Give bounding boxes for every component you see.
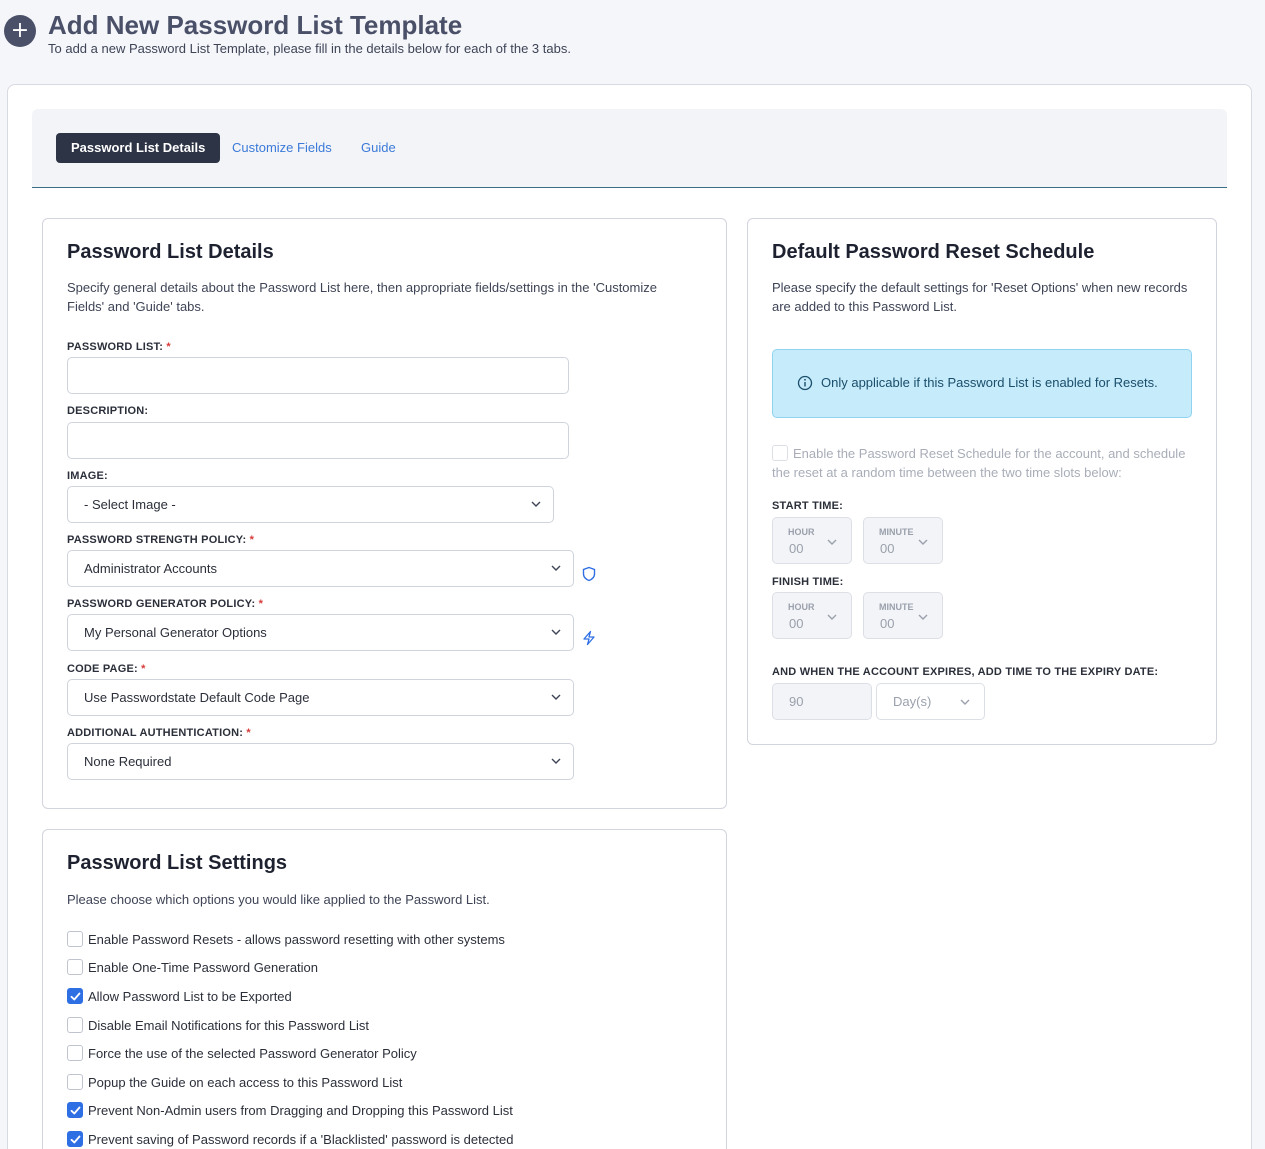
info-text: Only applicable if this Password List is… bbox=[821, 375, 1158, 390]
finish-hour-value: 00 bbox=[789, 616, 804, 631]
settings-option-label: Enable One-Time Password Generation bbox=[88, 960, 319, 975]
additional-auth-value: None Required bbox=[84, 754, 172, 769]
additional-auth-select[interactable]: None Required bbox=[67, 743, 574, 780]
checkmark-icon bbox=[70, 1106, 81, 1115]
enable-schedule-label: Enable the Password Reset Schedule for t… bbox=[772, 446, 1186, 480]
settings-option-checkbox[interactable] bbox=[67, 988, 83, 1004]
tab-guide[interactable]: Guide bbox=[346, 133, 411, 163]
hour-caption: HOUR bbox=[788, 602, 815, 612]
required-mark: * bbox=[246, 727, 251, 739]
chevron-down-icon bbox=[827, 539, 837, 545]
details-description: Specify general details about the Passwo… bbox=[67, 280, 657, 314]
settings-option-checkbox[interactable] bbox=[67, 1131, 83, 1147]
tab-bar: Password List Details Customize Fields G… bbox=[32, 109, 1227, 188]
settings-option-checkbox[interactable] bbox=[67, 931, 83, 947]
generator-policy-label: PASSWORD GENERATOR POLICY: * bbox=[67, 598, 264, 610]
image-select[interactable]: - Select Image - bbox=[67, 486, 554, 523]
settings-option-checkbox[interactable] bbox=[67, 1045, 83, 1061]
code-page-label: CODE PAGE: * bbox=[67, 663, 146, 675]
info-icon bbox=[797, 375, 813, 391]
expiry-label: AND WHEN THE ACCOUNT EXPIRES, ADD TIME T… bbox=[772, 666, 1159, 678]
settings-description: Please choose which options you would li… bbox=[67, 892, 490, 907]
chevron-down-icon bbox=[551, 694, 561, 700]
expiry-unit-select[interactable]: Day(s) bbox=[876, 683, 985, 720]
details-title: Password List Details bbox=[67, 241, 274, 263]
reset-schedule-title: Default Password Reset Schedule bbox=[772, 241, 1095, 263]
page-subtitle: To add a new Password List Template, ple… bbox=[48, 41, 571, 56]
start-hour-value: 00 bbox=[789, 541, 804, 556]
required-mark: * bbox=[141, 663, 146, 675]
password-list-input[interactable] bbox=[67, 357, 569, 394]
page-title: Add New Password List Template bbox=[48, 10, 463, 40]
details-card: Password List Details Specify general de… bbox=[42, 218, 727, 809]
checkmark-icon bbox=[70, 1135, 81, 1144]
strength-policy-label: PASSWORD STRENGTH POLICY: * bbox=[67, 534, 255, 546]
settings-option-label: Popup the Guide on each access to this P… bbox=[88, 1075, 403, 1090]
required-mark: * bbox=[249, 534, 255, 546]
image-label: IMAGE: bbox=[67, 470, 108, 482]
chevron-down-icon bbox=[827, 614, 837, 620]
required-mark: * bbox=[258, 598, 264, 610]
tab-customize-fields[interactable]: Customize Fields bbox=[217, 133, 347, 163]
minute-caption: MINUTE bbox=[879, 527, 914, 537]
settings-option-checkbox[interactable] bbox=[67, 959, 83, 975]
chevron-down-icon bbox=[960, 699, 970, 705]
settings-option-label: Enable Password Resets - allows password… bbox=[88, 932, 505, 947]
chevron-down-icon bbox=[918, 539, 928, 545]
settings-option-label: Prevent saving of Password records if a … bbox=[88, 1132, 514, 1147]
chevron-down-icon bbox=[551, 629, 561, 635]
finish-minute-select[interactable]: MINUTE 00 bbox=[863, 592, 943, 639]
settings-option-label: Force the use of the selected Password G… bbox=[88, 1046, 417, 1061]
strength-policy-value: Administrator Accounts bbox=[84, 561, 217, 576]
shield-icon[interactable] bbox=[581, 566, 597, 582]
start-minute-select[interactable]: MINUTE 00 bbox=[863, 517, 943, 564]
tab-password-list-details[interactable]: Password List Details bbox=[56, 133, 221, 163]
start-time-label: START TIME: bbox=[772, 500, 844, 512]
finish-minute-value: 00 bbox=[880, 616, 895, 631]
strength-policy-select[interactable]: Administrator Accounts bbox=[67, 550, 574, 587]
password-list-label: PASSWORD LIST: * bbox=[67, 341, 171, 353]
hour-caption: HOUR bbox=[788, 527, 815, 537]
chevron-down-icon bbox=[531, 501, 541, 507]
lightning-icon[interactable] bbox=[581, 630, 597, 646]
expiry-unit-value: Day(s) bbox=[893, 694, 932, 709]
code-page-value: Use Passwordstate Default Code Page bbox=[84, 690, 310, 705]
reset-schedule-card: Default Password Reset Schedule Please s… bbox=[747, 218, 1217, 745]
expiry-days-input[interactable]: 90 bbox=[772, 683, 872, 720]
page-header: + Add New Password List Template To add … bbox=[0, 0, 1265, 80]
plus-icon: + bbox=[4, 15, 36, 47]
finish-time-label: FINISH TIME: bbox=[772, 576, 844, 588]
description-label: DESCRIPTION: bbox=[67, 405, 149, 417]
settings-option-checkbox[interactable] bbox=[67, 1074, 83, 1090]
info-alert: Only applicable if this Password List is… bbox=[772, 349, 1192, 418]
chevron-down-icon bbox=[918, 614, 928, 620]
start-minute-value: 00 bbox=[880, 541, 895, 556]
minute-caption: MINUTE bbox=[879, 602, 914, 612]
main-panel: Password List Details Customize Fields G… bbox=[7, 84, 1252, 1149]
chevron-down-icon bbox=[551, 758, 561, 764]
settings-option-label: Disable Email Notifications for this Pas… bbox=[88, 1018, 370, 1033]
settings-option-label: Prevent Non-Admin users from Dragging an… bbox=[88, 1103, 513, 1118]
settings-option-checkbox[interactable] bbox=[67, 1017, 83, 1033]
expiry-days-value: 90 bbox=[789, 694, 804, 709]
description-input[interactable] bbox=[67, 422, 569, 459]
additional-auth-label: ADDITIONAL AUTHENTICATION: * bbox=[67, 727, 251, 739]
start-hour-select[interactable]: HOUR 00 bbox=[772, 517, 852, 564]
required-mark: * bbox=[166, 341, 171, 353]
chevron-down-icon bbox=[551, 565, 561, 571]
generator-policy-select[interactable]: My Personal Generator Options bbox=[67, 614, 574, 651]
settings-option-checkbox[interactable] bbox=[67, 1102, 83, 1118]
generator-policy-value: My Personal Generator Options bbox=[84, 625, 267, 640]
settings-title: Password List Settings bbox=[67, 852, 288, 874]
code-page-select[interactable]: Use Passwordstate Default Code Page bbox=[67, 679, 574, 716]
finish-hour-select[interactable]: HOUR 00 bbox=[772, 592, 852, 639]
checkmark-icon bbox=[70, 992, 81, 1001]
reset-schedule-description: Please specify the default settings for … bbox=[772, 280, 1188, 314]
image-select-value: - Select Image - bbox=[84, 497, 176, 512]
settings-option-label: Allow Password List to be Exported bbox=[88, 989, 292, 1004]
settings-card: Password List Settings Please choose whi… bbox=[42, 829, 727, 1149]
